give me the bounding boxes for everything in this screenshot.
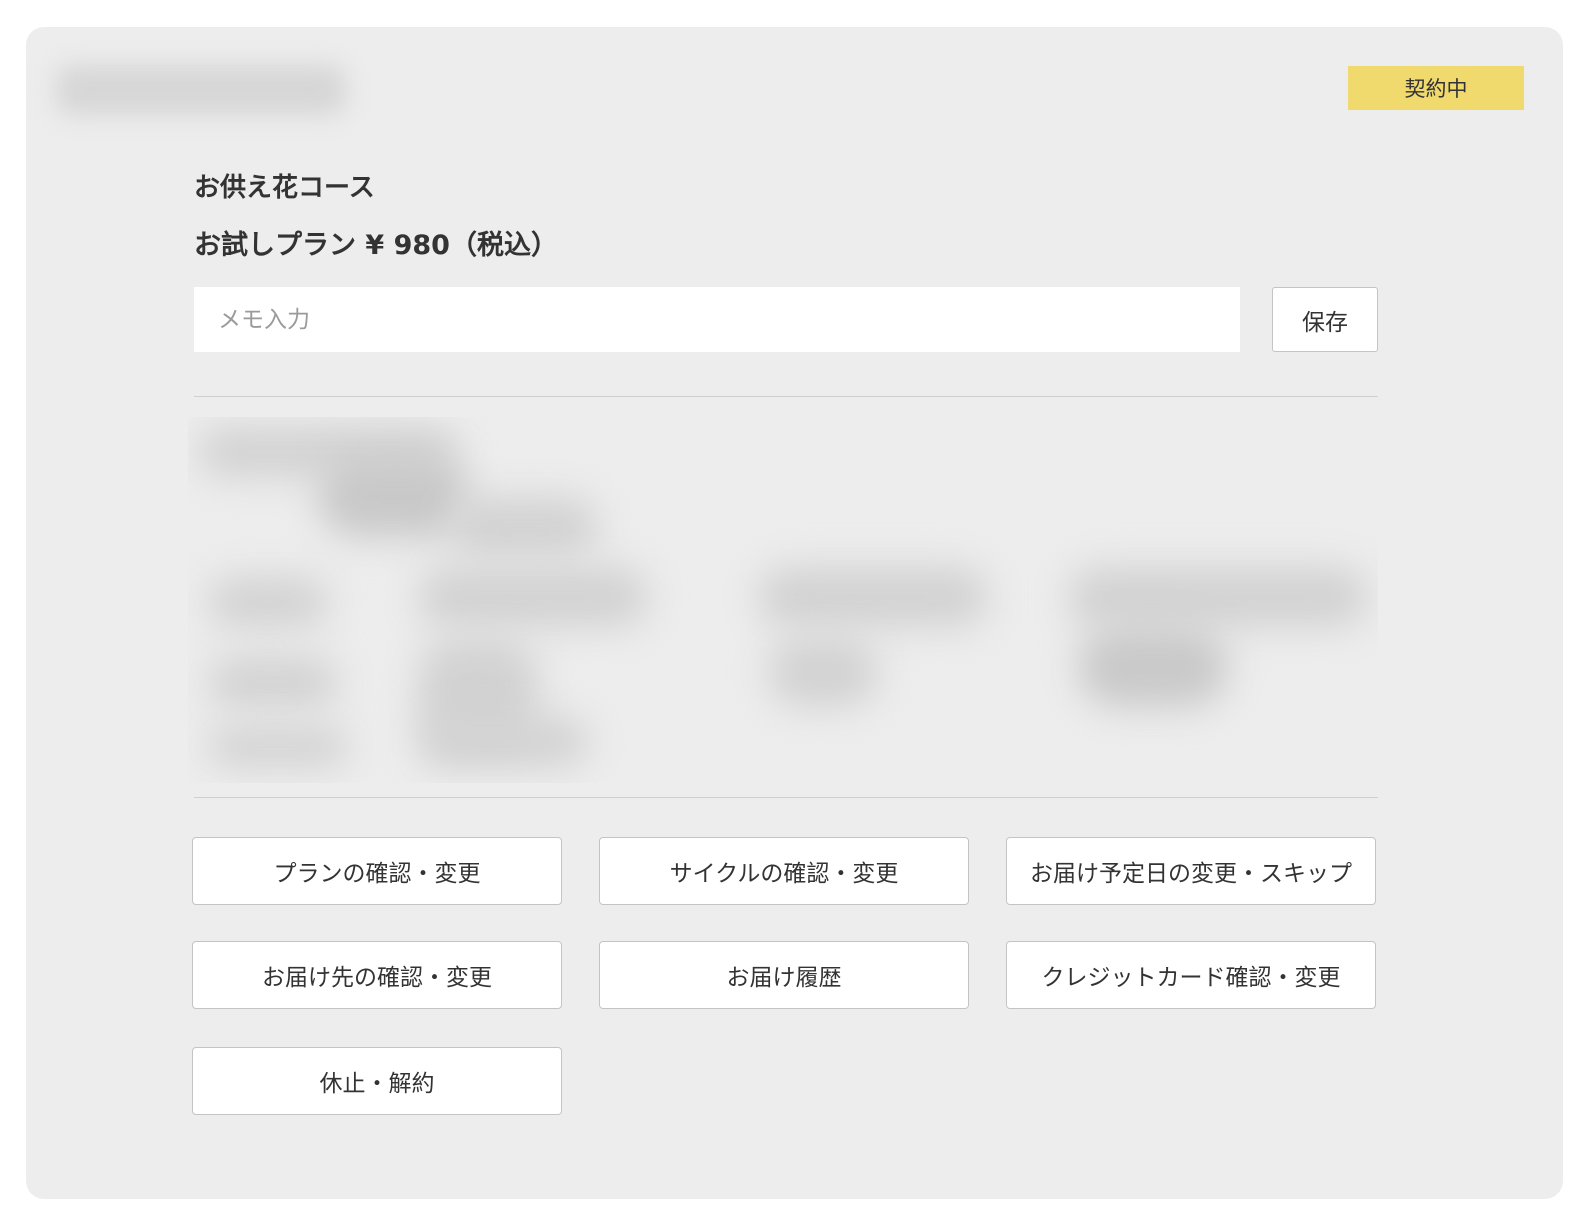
cycle-change-button[interactable]: サイクルの確認・変更 xyxy=(599,837,969,905)
course-title: お供え花コース xyxy=(194,173,375,203)
delivery-date-change-button[interactable]: お届け予定日の変更・スキップ xyxy=(1006,837,1376,905)
plan-change-button[interactable]: プランの確認・変更 xyxy=(192,837,562,905)
save-button[interactable]: 保存 xyxy=(1272,287,1378,352)
pause-cancel-button[interactable]: 休止・解約 xyxy=(192,1047,562,1115)
credit-card-button[interactable]: クレジットカード確認・変更 xyxy=(1006,941,1376,1009)
plan-price: お試しプラン ¥ 980（税込） xyxy=(194,230,558,261)
divider-top xyxy=(194,396,1378,397)
subscription-card: 契約中 お供え花コース お試しプラン ¥ 980（税込） 保存 プランの確認・変… xyxy=(26,27,1563,1199)
divider-bottom xyxy=(194,797,1378,798)
memo-input[interactable] xyxy=(194,287,1240,352)
delivery-address-button[interactable]: お届け先の確認・変更 xyxy=(192,941,562,1009)
status-badge: 契約中 xyxy=(1348,66,1524,110)
delivery-history-button[interactable]: お届け履歴 xyxy=(599,941,969,1009)
redacted-details-area xyxy=(188,417,1378,783)
redacted-subscription-id xyxy=(56,65,346,115)
